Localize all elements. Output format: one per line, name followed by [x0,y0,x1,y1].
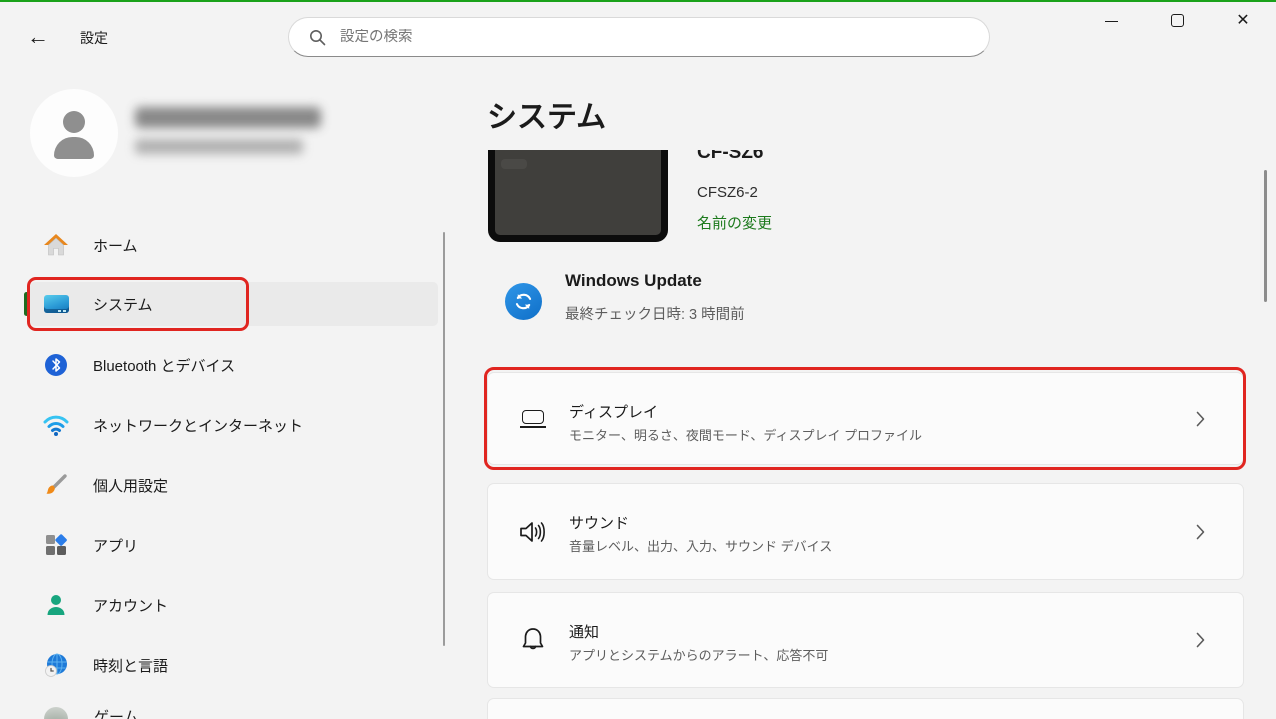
gaming-icon [44,707,68,719]
sidebar-item-label: 個人用設定 [93,477,169,495]
sidebar-item-label: アプリ [93,537,139,555]
sidebar-scrollbar[interactable] [443,232,445,646]
chevron-right-icon [1196,524,1205,539]
minimize-icon [1104,21,1118,22]
accounts-person-icon [43,592,69,618]
selected-item-accent-pill [24,292,29,316]
sidebar-item-personalization[interactable]: 個人用設定 [30,463,438,507]
sidebar-item-system[interactable]: システム [30,282,438,326]
windows-update-status: 最終チェック日時: 3 時間前 [565,307,745,323]
sidebar-item-network-internet[interactable]: ネットワークとインターネット [30,403,438,447]
sidebar-item-label: ネットワークとインターネット [93,417,304,435]
rename-device-link[interactable]: 名前の変更 [697,212,772,233]
page-title: システム [487,101,607,134]
speaker-icon [516,515,550,549]
avatar-person-icon [63,111,85,133]
bell-icon [516,623,550,657]
minimize-button[interactable] [1078,2,1144,46]
close-icon: ✕ [1236,12,1250,29]
card-notifications[interactable]: 通知 アプリとシステムからのアラート、応答不可 [487,592,1244,688]
main-scrollbar[interactable] [1264,170,1267,302]
device-model: CFSZ6-2 [697,184,758,201]
user-email-redacted [135,139,303,154]
windows-update-title: Windows Update [565,271,702,290]
maximize-icon [1170,14,1184,27]
avatar [30,89,118,177]
device-name: CF-SZ6 [697,150,764,163]
back-arrow-icon: ← [27,24,49,49]
maximize-button[interactable] [1144,2,1210,46]
sidebar-item-label: ホーム [93,237,138,255]
close-button[interactable]: ✕ [1210,2,1276,46]
bluetooth-icon [43,352,69,378]
card-display[interactable]: ディスプレイ モニター、明るさ、夜間モード、ディスプレイ プロファイル [487,372,1244,465]
sidebar-item-label: ゲーム [94,709,139,719]
display-icon [516,402,550,436]
user-name-redacted [135,107,321,128]
search-input[interactable] [340,29,975,45]
app-title: 設定 [80,30,108,46]
globe-clock-icon [43,652,69,678]
card-subtitle: アプリとシステムからのアラート、応答不可 [569,648,829,663]
windows-update-icon [505,283,542,320]
device-image [488,150,668,243]
card-title: 通知 [569,624,600,641]
wifi-icon [43,412,69,438]
sidebar-item-label: アカウント [93,597,169,615]
chevron-right-icon [1196,411,1205,426]
search-icon [310,29,326,45]
sidebar-item-accounts[interactable]: アカウント [30,583,438,627]
sidebar-item-label: Bluetooth とデバイス [93,357,236,375]
card-title: ディスプレイ [569,404,658,421]
chevron-right-icon [1196,632,1205,648]
card-sound[interactable]: サウンド 音量レベル、出力、入力、サウンド デバイス [487,483,1244,580]
sidebar-item-home[interactable]: ホーム [30,223,438,267]
search-box[interactable] [288,17,990,57]
card-partial-next[interactable] [487,698,1244,719]
sidebar-item-bluetooth-devices[interactable]: Bluetooth とデバイス [30,343,438,387]
card-subtitle: 音量レベル、出力、入力、サウンド デバイス [569,539,833,554]
paint-brush-icon [43,472,69,498]
sidebar-item-label: システム [93,296,153,314]
system-icon [43,291,69,317]
sidebar-item-label: 時刻と言語 [93,657,169,675]
settings-window: ← 設定 ✕ ホーム シス [0,0,1276,719]
card-title: サウンド [569,515,630,532]
windows-update-row[interactable]: Windows Update 最終チェック日時: 3 時間前 [487,265,1244,337]
card-subtitle: モニター、明るさ、夜間モード、ディスプレイ プロファイル [569,428,923,443]
window-controls: ✕ [1078,2,1276,48]
sidebar-item-time-language[interactable]: 時刻と言語 [30,643,438,687]
home-icon [43,232,69,258]
back-button[interactable]: ← [22,22,54,52]
sidebar-item-apps[interactable]: アプリ [30,523,438,567]
apps-icon [43,532,69,558]
account-row[interactable] [28,88,428,180]
sidebar-item-gaming-partial[interactable]: ゲーム [30,703,438,719]
